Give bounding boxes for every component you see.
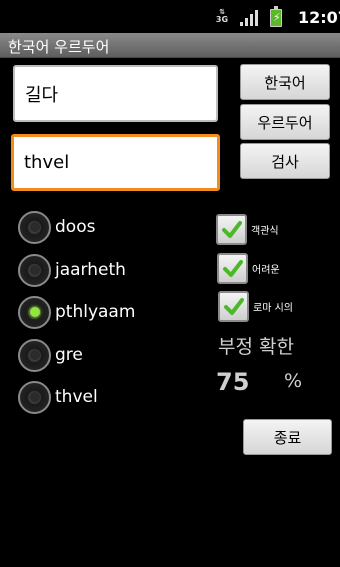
- urdu-button[interactable]: 우르두어: [240, 104, 330, 140]
- check-button[interactable]: 검사: [240, 143, 330, 179]
- korean-button[interactable]: 한국어: [240, 64, 330, 100]
- option-item[interactable]: pthlyaam: [18, 295, 135, 329]
- romanization-toggle[interactable]: 로마 시의: [218, 290, 293, 322]
- source-word-text: 길다: [25, 84, 59, 106]
- radio-button[interactable]: [18, 380, 51, 414]
- source-word-field[interactable]: 길다: [13, 65, 218, 122]
- radio-button[interactable]: [18, 210, 51, 244]
- network-3g-icon: ⇅ 3G: [215, 8, 229, 24]
- check-mark-icon: [223, 259, 243, 277]
- score-value: 75: [216, 368, 250, 396]
- answer-input-field[interactable]: thvel: [11, 134, 220, 191]
- checkbox[interactable]: [217, 252, 248, 284]
- radio-button[interactable]: [18, 253, 51, 287]
- battery-charging-icon: ⚡: [270, 6, 282, 27]
- option-item[interactable]: gre: [18, 338, 83, 372]
- option-label: doos: [55, 217, 96, 237]
- option-label: gre: [55, 345, 83, 365]
- option-label: thvel: [55, 387, 98, 407]
- app-title-bar: 한국어 우르두어: [0, 33, 340, 58]
- radio-button[interactable]: [18, 338, 51, 372]
- app-title: 한국어 우르두어: [8, 38, 110, 56]
- checkbox-label: 로마 시의: [253, 302, 293, 314]
- option-item[interactable]: doos: [18, 210, 95, 244]
- checkbox[interactable]: [216, 213, 247, 245]
- status-bar: ⇅3G ⚡ 12:07: [0, 0, 340, 33]
- check-mark-icon: [222, 220, 242, 238]
- radio-button-selected[interactable]: [18, 295, 51, 329]
- score-unit: %: [284, 370, 303, 392]
- option-item[interactable]: jaarheth: [18, 253, 126, 287]
- score-title: 부정 확한: [218, 336, 294, 358]
- option-label: jaarheth: [55, 260, 126, 280]
- difficult-toggle[interactable]: 어려운: [217, 252, 280, 284]
- checkbox-label: 객관식: [251, 225, 279, 237]
- exit-button[interactable]: 종료: [243, 419, 332, 455]
- checkbox-label: 어려운: [252, 264, 280, 276]
- signal-icon: [240, 10, 258, 26]
- multiple-choice-toggle[interactable]: 객관식: [216, 213, 279, 245]
- option-item[interactable]: thvel: [18, 380, 98, 414]
- checkbox[interactable]: [218, 290, 249, 322]
- status-time: 12:07: [298, 8, 340, 27]
- option-label: pthlyaam: [55, 302, 136, 322]
- answer-input-text: thvel: [24, 152, 70, 173]
- check-mark-icon: [224, 297, 244, 315]
